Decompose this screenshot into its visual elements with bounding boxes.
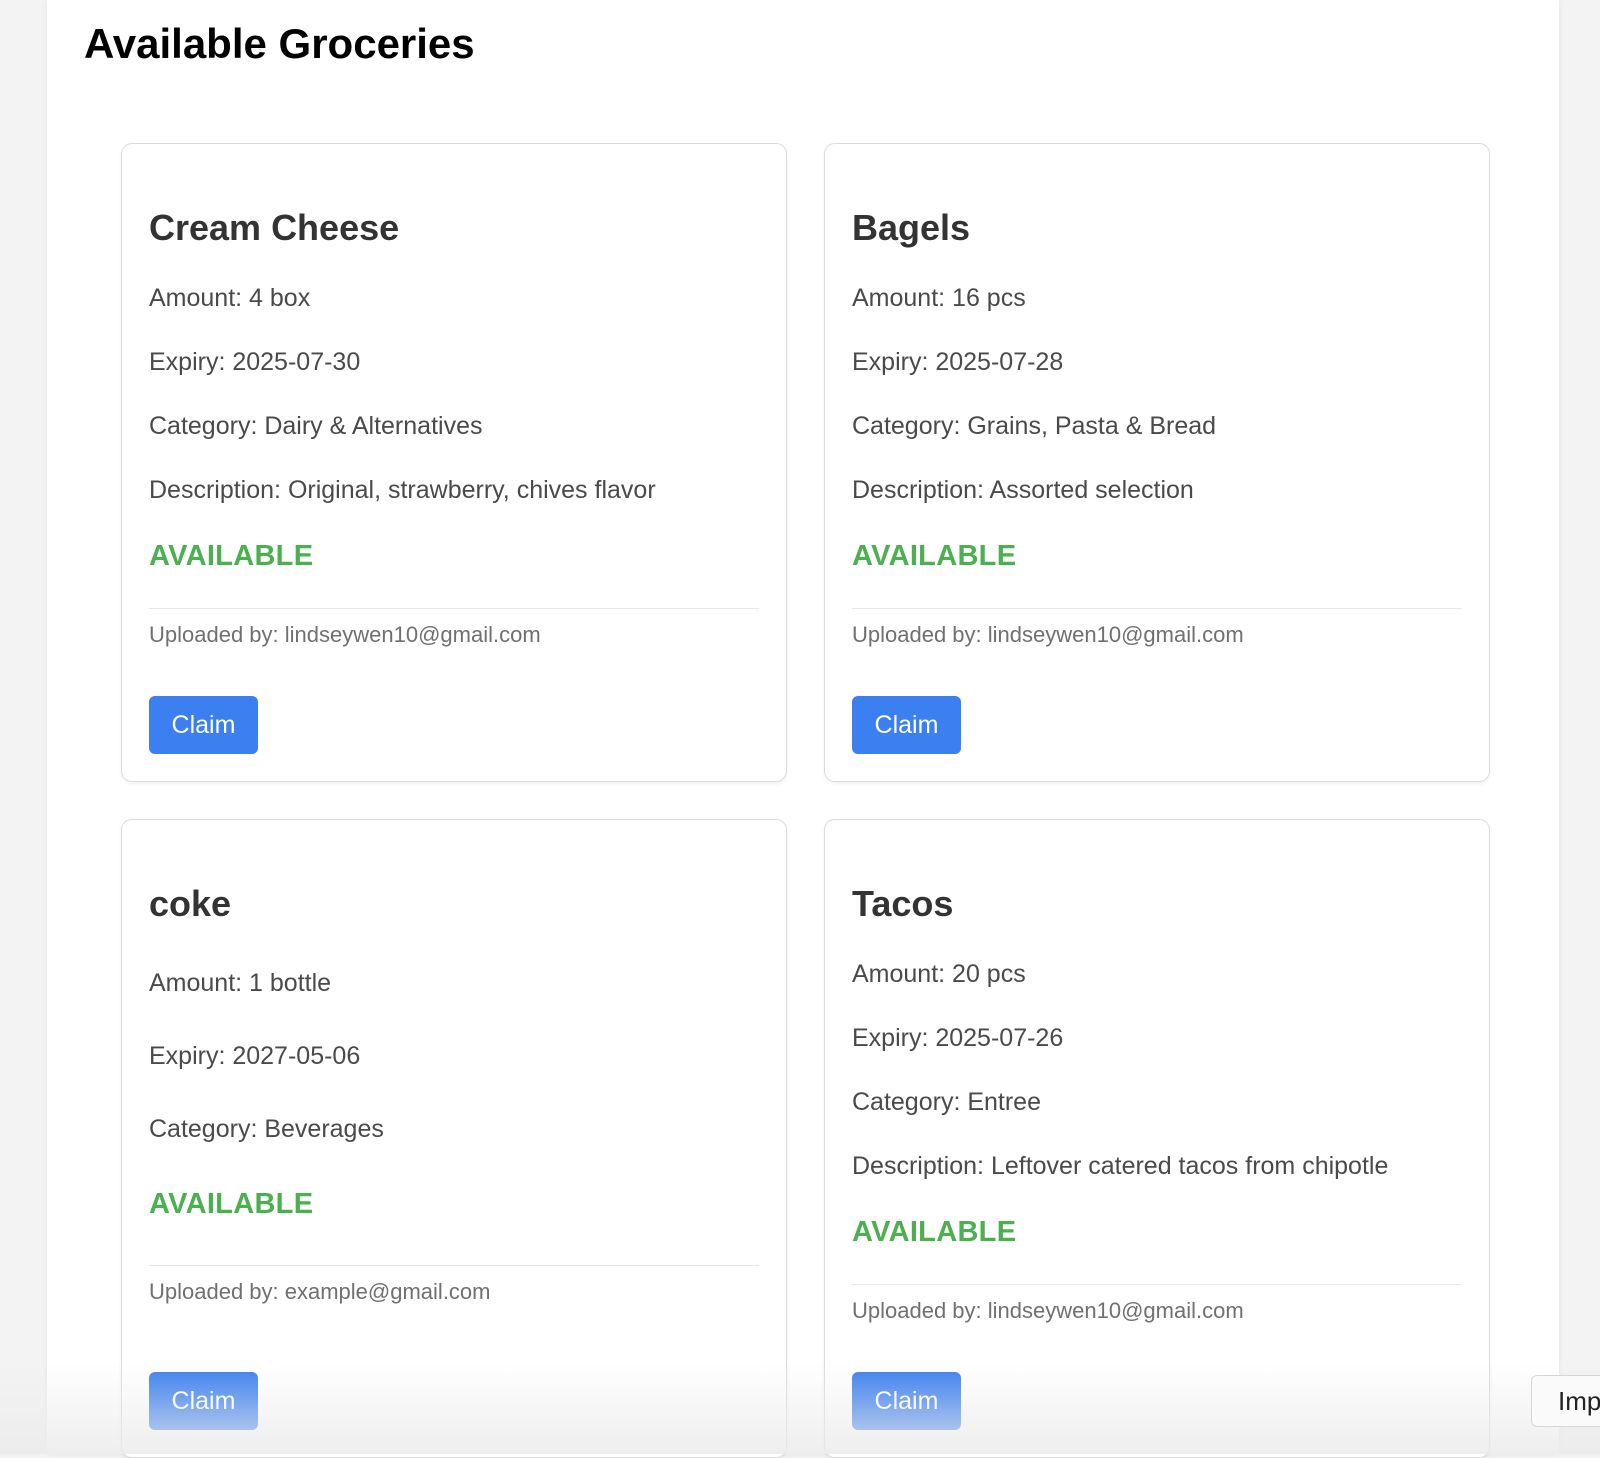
item-description: Description: Leftover catered tacos from… xyxy=(852,1151,1462,1181)
uploaded-by: Uploaded by: example@gmail.com xyxy=(149,1279,759,1305)
claim-button[interactable]: Claim xyxy=(852,696,961,754)
import-button[interactable]: Imp xyxy=(1531,1375,1600,1427)
item-category: Category: Beverages xyxy=(149,1114,759,1144)
status-badge: AVAILABLE xyxy=(149,1187,759,1222)
item-amount: Amount: 4 box xyxy=(149,283,759,313)
item-description: Description: Original, strawberry, chive… xyxy=(149,475,759,505)
grocery-card: Tacos Amount: 20 pcs Expiry: 2025-07-26 … xyxy=(824,819,1490,1458)
item-category: Category: Entree xyxy=(852,1087,1462,1117)
uploaded-by: Uploaded by: lindseywen10@gmail.com xyxy=(852,1298,1462,1324)
claim-button[interactable]: Claim xyxy=(149,696,258,754)
card-divider xyxy=(852,1284,1462,1285)
status-badge: AVAILABLE xyxy=(149,539,759,574)
uploaded-by: Uploaded by: lindseywen10@gmail.com xyxy=(149,622,759,648)
item-amount: Amount: 16 pcs xyxy=(852,283,1462,313)
page-title: Available Groceries xyxy=(84,20,475,68)
grocery-card: Bagels Amount: 16 pcs Expiry: 2025-07-28… xyxy=(824,143,1490,782)
item-amount: Amount: 20 pcs xyxy=(852,959,1462,989)
item-description: Description: Assorted selection xyxy=(852,475,1462,505)
card-divider xyxy=(149,1265,759,1266)
item-name: coke xyxy=(149,820,759,925)
item-expiry: Expiry: 2025-07-28 xyxy=(852,347,1462,377)
grocery-card: coke Amount: 1 bottle Expiry: 2027-05-06… xyxy=(121,819,787,1458)
item-category: Category: Dairy & Alternatives xyxy=(149,411,759,441)
item-name: Cream Cheese xyxy=(149,144,759,249)
claim-button[interactable]: Claim xyxy=(852,1372,961,1430)
item-name: Bagels xyxy=(852,144,1462,249)
grocery-card: Cream Cheese Amount: 4 box Expiry: 2025-… xyxy=(121,143,787,782)
card-divider xyxy=(852,608,1462,609)
item-expiry: Expiry: 2027-05-06 xyxy=(149,1041,759,1071)
uploaded-by: Uploaded by: lindseywen10@gmail.com xyxy=(852,622,1462,648)
status-badge: AVAILABLE xyxy=(852,539,1462,574)
status-badge: AVAILABLE xyxy=(852,1215,1462,1250)
item-category: Category: Grains, Pasta & Bread xyxy=(852,411,1462,441)
page-container: Available Groceries Cream Cheese Amount:… xyxy=(47,0,1559,1454)
item-expiry: Expiry: 2025-07-30 xyxy=(149,347,759,377)
item-name: Tacos xyxy=(852,820,1462,925)
card-divider xyxy=(149,608,759,609)
claim-button[interactable]: Claim xyxy=(149,1372,258,1430)
groceries-grid: Cream Cheese Amount: 4 box Expiry: 2025-… xyxy=(121,143,1537,1458)
item-amount: Amount: 1 bottle xyxy=(149,968,759,998)
item-expiry: Expiry: 2025-07-26 xyxy=(852,1023,1462,1053)
